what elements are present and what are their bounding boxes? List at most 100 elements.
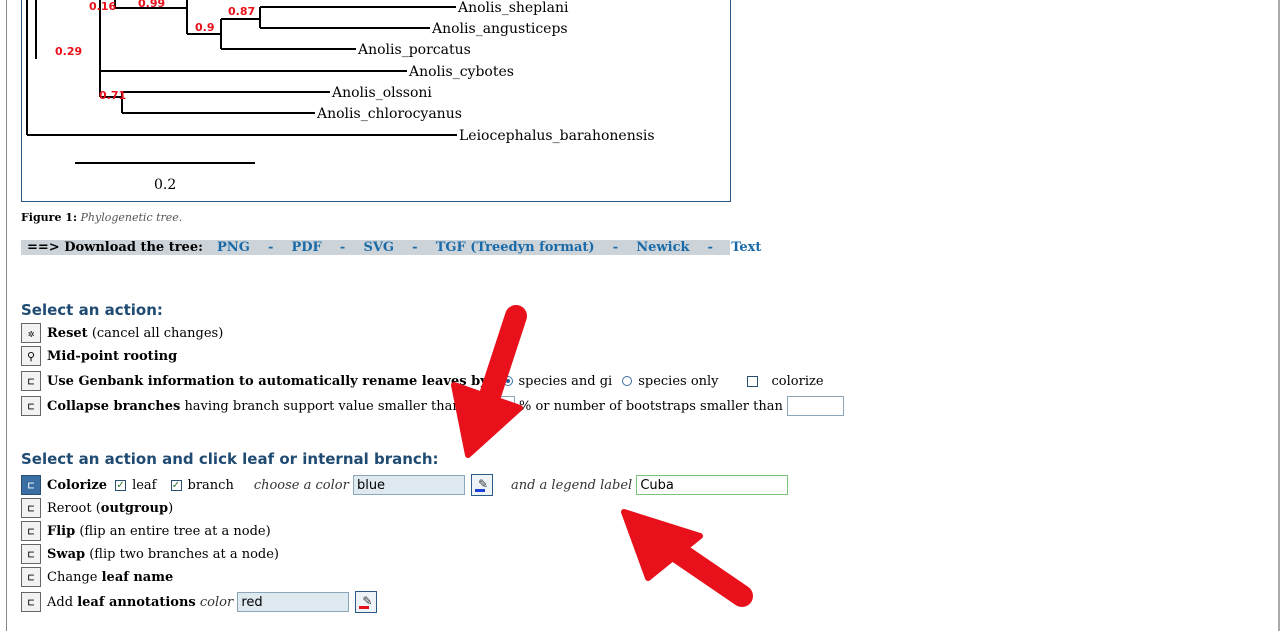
branch-checkbox[interactable]: ✓	[170, 479, 182, 491]
page-border	[6, 0, 7, 631]
support-value: 0.29	[55, 45, 82, 58]
bootstrap-threshold-input[interactable]	[787, 396, 845, 416]
separator: -	[612, 240, 619, 255]
scrollbar-edge	[1278, 0, 1280, 631]
swap-label: Swap	[47, 546, 86, 562]
separator: -	[267, 240, 274, 255]
caption-text: Phylogenetic tree.	[80, 211, 183, 224]
action-collapse[interactable]: ⊏ Collapse branches having branch suppor…	[21, 396, 845, 416]
reset-desc: (cancel all changes)	[91, 325, 224, 341]
reroot-outgroup: outgroup	[100, 500, 169, 516]
colorize-checkbox-label: colorize	[771, 373, 824, 389]
leaf-checkbox-label: leaf	[132, 477, 157, 493]
leaf-label[interactable]: Anolis_cybotes	[408, 64, 514, 80]
action-change-leaf-name[interactable]: ⊏ Change leaf name	[21, 567, 173, 587]
download-tgf-link[interactable]: TGF (Treedyn format)	[436, 240, 595, 255]
separator: -	[707, 240, 714, 255]
leaf-annotations-label: leaf annotations	[77, 594, 196, 610]
annot-color-label: color	[199, 594, 234, 610]
section-title-click-actions: Select an action and click leaf or inter…	[21, 450, 439, 468]
swap-desc: (flip two branches at a node)	[89, 546, 279, 562]
flip-icon[interactable]: ⊏	[21, 521, 41, 541]
section-title-actions: Select an action:	[21, 301, 163, 319]
legend-input[interactable]	[636, 475, 789, 495]
download-lead: ==> Download the tree:	[27, 240, 203, 255]
genbank-label: Use Genbank information to automatically…	[47, 373, 493, 389]
support-value: 0.99	[138, 0, 165, 10]
color-input[interactable]	[352, 475, 465, 495]
scale-label: 0.2	[154, 177, 176, 193]
download-text-link[interactable]: Text	[731, 240, 761, 255]
leaf-label[interactable]: Leiocephalus_barahonensis	[459, 128, 655, 144]
leaf-label[interactable]: Anolis_olssoni	[331, 85, 432, 101]
support-threshold-input[interactable]	[464, 396, 515, 416]
reset-icon[interactable]: ✲	[21, 323, 41, 343]
action-reset[interactable]: ✲ Reset (cancel all changes)	[21, 323, 223, 343]
collapse-icon[interactable]: ⊏	[21, 396, 41, 416]
flip-desc: (flip an entire tree at a node)	[79, 523, 271, 539]
radio-species-gi-label: species and gi	[518, 373, 613, 389]
collapse-desc: having branch support value smaller than	[184, 398, 461, 414]
color-swatch	[359, 606, 370, 609]
download-png-link[interactable]: PNG	[217, 240, 250, 255]
annotation-color-input[interactable]	[237, 592, 350, 612]
reroot-label: Reroot	[47, 500, 92, 516]
download-newick-link[interactable]: Newick	[636, 240, 689, 255]
phylogenetic-tree: 0.16 0.99 0.87 0.9 0.29 0.71 Anolis_shep…	[21, 0, 731, 202]
colorize-icon[interactable]: ⊏	[21, 475, 41, 495]
download-svg-link[interactable]: SVG	[363, 240, 394, 255]
action-reroot[interactable]: ⊏ Reroot (outgroup)	[21, 498, 173, 518]
leaf-label[interactable]: Anolis_sheplani	[457, 0, 569, 16]
percent-unit: %	[518, 398, 532, 414]
bootstrap-desc: or number of bootstraps smaller than	[535, 398, 783, 414]
action-leaf-annotations[interactable]: ⊏ Add leaf annotations color ✎	[21, 591, 378, 613]
separator: -	[412, 240, 418, 255]
annotation-icon[interactable]: ⊏	[21, 592, 41, 612]
legend-label: and a legend label	[510, 477, 633, 493]
support-value: 0.9	[195, 21, 215, 34]
action-flip[interactable]: ⊏ Flip (flip an entire tree at a node)	[21, 521, 271, 541]
rename-icon[interactable]: ⊏	[21, 371, 41, 391]
add-label: Add	[47, 594, 74, 610]
branch-checkbox-label: branch	[187, 477, 234, 493]
choose-color-label: choose a color	[253, 477, 349, 493]
annotation-color-picker-button[interactable]: ✎	[355, 591, 378, 613]
reset-label: Reset	[47, 325, 88, 341]
figure-caption: Figure 1: Phylogenetic tree.	[21, 211, 182, 224]
reroot-icon[interactable]: ⊏	[21, 498, 41, 518]
leaf-checkbox[interactable]: ✓	[115, 479, 127, 491]
action-midpoint[interactable]: ⚲ Mid-point rooting	[21, 346, 177, 366]
download-pdf-link[interactable]: PDF	[291, 240, 321, 255]
download-bar: ==> Download the tree: PNG - PDF - SVG -…	[21, 240, 761, 255]
radio-species-gi[interactable]	[502, 376, 513, 386]
colorize-checkbox[interactable]	[746, 375, 758, 387]
leaf-label[interactable]: Anolis_chlorocyanus	[316, 106, 462, 122]
action-genbank[interactable]: ⊏ Use Genbank information to automatical…	[21, 371, 824, 391]
leaf-label[interactable]: Anolis_angusticeps	[431, 21, 568, 37]
midpoint-icon[interactable]: ⚲	[21, 346, 41, 366]
midpoint-label: Mid-point rooting	[47, 348, 178, 364]
color-swatch	[474, 489, 485, 492]
leaf-label[interactable]: Anolis_porcatus	[357, 42, 471, 58]
change-label: Change	[47, 569, 98, 585]
separator: -	[339, 240, 346, 255]
caption-label: Figure 1:	[21, 211, 78, 224]
collapse-label: Collapse branches	[47, 398, 181, 414]
support-value: 0.71	[99, 89, 126, 102]
radio-species-only[interactable]	[622, 376, 633, 386]
action-colorize[interactable]: ⊏ Colorize ✓ leaf ✓ branch choose a color …	[21, 474, 789, 496]
support-value: 0.87	[228, 5, 255, 18]
colorize-label: Colorize	[47, 477, 108, 493]
swap-icon[interactable]: ⊏	[21, 544, 41, 564]
flip-label: Flip	[47, 523, 76, 539]
color-picker-button[interactable]: ✎	[470, 474, 493, 496]
tree-branches	[26, 0, 457, 164]
action-swap[interactable]: ⊏ Swap (flip two branches at a node)	[21, 544, 279, 564]
support-value: 0.16	[89, 0, 116, 13]
tree-svg: 0.16 0.99 0.87 0.9 0.29 0.71 Anolis_shep…	[26, 0, 655, 193]
radio-species-only-label: species only	[638, 373, 719, 389]
arrow-head	[621, 509, 703, 581]
leaf-name-label: leaf name	[101, 569, 174, 585]
rename-leaf-icon[interactable]: ⊏	[21, 567, 41, 587]
arrow-shaft	[649, 529, 753, 607]
